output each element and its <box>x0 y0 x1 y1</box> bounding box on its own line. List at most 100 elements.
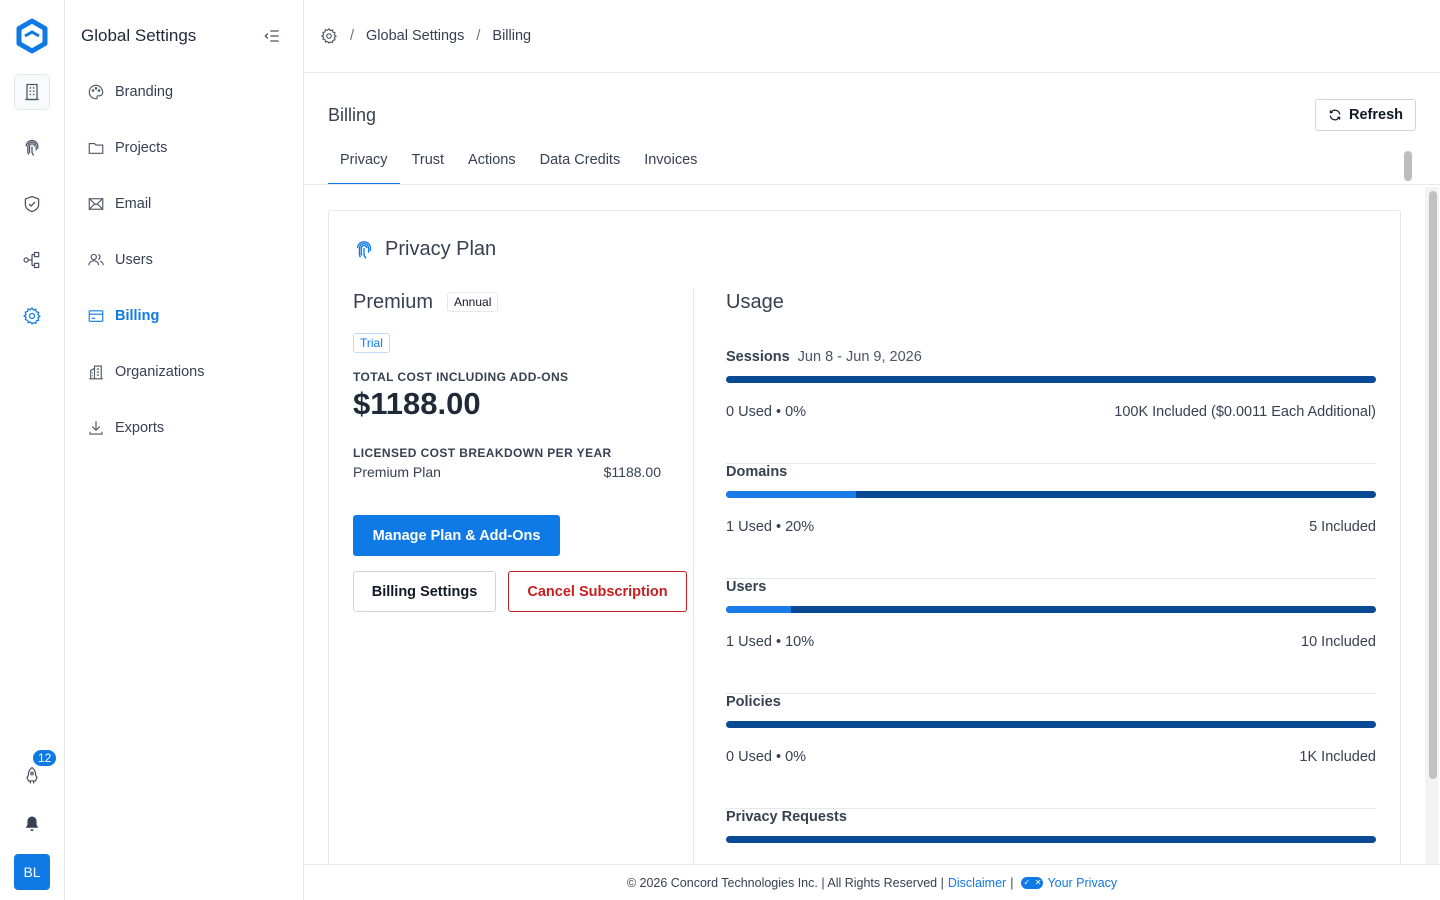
sidebar-item-label: Email <box>115 196 152 212</box>
tab-actions[interactable]: Actions <box>456 145 528 185</box>
notification-count-badge: 12 <box>31 748 59 768</box>
sidebar-item-label: Billing <box>115 308 160 324</box>
usage-head: Domains <box>726 464 787 480</box>
rail-privacy-button[interactable] <box>14 130 50 166</box>
tabs-divider <box>304 184 1440 185</box>
usage-included: 100K Included ($0.0011 Each Additional) <box>1114 404 1376 420</box>
tab-privacy[interactable]: Privacy <box>328 145 400 185</box>
billing-settings-button[interactable]: Billing Settings <box>353 571 496 612</box>
privacy-choices-icon: ✓ ✕ <box>1021 876 1044 889</box>
download-icon <box>89 421 103 435</box>
user-avatar[interactable]: BL <box>14 854 50 890</box>
usage-included: 10 Included <box>1301 634 1376 650</box>
cancel-subscription-button[interactable]: Cancel Subscription <box>508 571 687 612</box>
rail-settings-button[interactable] <box>14 298 50 334</box>
tab-invoices[interactable]: Invoices <box>632 145 709 185</box>
refresh-label: Refresh <box>1349 107 1403 123</box>
plan-term-badge: Annual <box>447 292 499 312</box>
tabs-scrollbar[interactable] <box>1404 151 1412 181</box>
billing-tabs: Privacy Trust Actions Data Credits Invoi… <box>328 145 1400 185</box>
fingerprint-icon <box>356 240 372 259</box>
fingerprint-icon <box>25 139 39 156</box>
breakdown-item: Premium Plan <box>353 464 441 480</box>
sidebar-item-branding[interactable]: Branding <box>87 80 173 104</box>
rail-trust-button[interactable] <box>14 186 50 222</box>
tab-data-credits[interactable]: Data Credits <box>528 145 633 185</box>
usage-progress-bar <box>726 721 1376 728</box>
privacy-plan-card: Privacy Plan Premium Annual Trial TOTAL … <box>328 210 1401 890</box>
footer-copyright: © 2026 Concord Technologies Inc. | All R… <box>626 875 944 890</box>
building-icon <box>89 365 103 380</box>
workflow-icon <box>23 251 40 269</box>
usage-foot: 0 Used • 0% 100K Included ($0.0011 Each … <box>726 404 1376 420</box>
usage-used: 1 Used • 10% <box>726 634 815 650</box>
sidebar-item-organizations[interactable]: Organizations <box>87 360 204 384</box>
sidebar-item-label: Users <box>115 252 153 268</box>
refresh-button[interactable]: Refresh <box>1315 99 1416 131</box>
usage-included: 5 Included <box>1309 519 1376 535</box>
page-footer: © 2026 Concord Technologies Inc. | All R… <box>304 864 1440 900</box>
rail-organization-button[interactable] <box>14 74 50 110</box>
breadcrumb: / Global Settings / Billing <box>304 0 1440 73</box>
usage-included: 1K Included <box>1299 749 1376 765</box>
usage-name: Users <box>726 579 767 595</box>
settings-sidebar: Global Settings Branding Projects Email … <box>65 0 304 900</box>
total-cost-label: TOTAL COST INCLUDING ADD-ONS <box>353 370 569 384</box>
usage-name: Sessions <box>726 349 790 365</box>
usage-foot: 1 Used • 20% 5 Included <box>726 519 1376 535</box>
shield-check-icon <box>24 195 40 213</box>
logo-icon[interactable] <box>14 18 50 54</box>
card-title: Privacy Plan <box>353 238 496 261</box>
card-title-text: Privacy Plan <box>385 238 497 260</box>
usage-progress-bar <box>726 606 1376 613</box>
icon-rail: 12 BL <box>0 0 65 900</box>
breakdown-value: $1188.00 <box>603 464 661 480</box>
sidebar-item-email[interactable]: Email <box>87 192 151 216</box>
usage-head: Users <box>726 579 766 595</box>
usage-period: Jun 8 - Jun 9, 2026 <box>797 349 922 365</box>
footer-separator: | <box>1010 875 1014 890</box>
sidebar-item-label: Branding <box>115 84 174 100</box>
rocket-icon <box>26 766 38 784</box>
sidebar-item-billing[interactable]: Billing <box>87 304 159 328</box>
usage-name: Domains <box>726 464 788 480</box>
page-title: Billing <box>328 105 377 125</box>
total-cost-value: $1188.00 <box>353 386 481 421</box>
usage-head: Policies <box>726 694 781 710</box>
usage-name: Privacy Requests <box>726 809 847 825</box>
collapse-sidebar-icon[interactable] <box>262 26 282 46</box>
sidebar-item-label: Organizations <box>115 364 205 380</box>
gear-icon <box>22 307 41 325</box>
footer-disclaimer-link[interactable]: Disclaimer <box>948 876 1006 890</box>
usage-row-users: Users 1 Used • 10% 10 Included <box>726 579 1376 694</box>
footer-privacy-link[interactable]: Your Privacy <box>1047 876 1117 890</box>
rail-notifications-button[interactable] <box>14 806 50 842</box>
manage-plan-button[interactable]: Manage Plan & Add-Ons <box>353 515 560 556</box>
rail-workflow-button[interactable] <box>14 242 50 278</box>
gear-icon[interactable] <box>320 27 338 45</box>
sidebar-item-label: Projects <box>115 140 168 156</box>
usage-progress-bar <box>726 491 1376 498</box>
refresh-icon <box>1329 109 1341 121</box>
breadcrumb-global-settings[interactable]: Global Settings <box>366 28 464 44</box>
sidebar-item-projects[interactable]: Projects <box>87 136 167 160</box>
breadcrumb-billing: Billing <box>492 28 532 44</box>
usage-progress-fill <box>726 606 791 613</box>
plan-status-badge: Trial <box>353 333 390 353</box>
credit-card-icon <box>88 310 104 322</box>
usage-head: Privacy Requests <box>726 809 847 825</box>
usage-name: Policies <box>726 694 781 710</box>
sidebar-title: Global Settings <box>81 26 197 45</box>
usage-used: 1 Used • 20% <box>726 519 815 535</box>
building-icon <box>25 83 39 101</box>
usage-progress-fill <box>726 491 856 498</box>
breakdown-label: LICENSED COST BREAKDOWN PER YEAR <box>353 446 612 460</box>
usage-progress-bar <box>726 376 1376 383</box>
content-scrollbar-thumb[interactable] <box>1429 191 1437 779</box>
usage-foot: 0 Used • 0% 1K Included <box>726 749 1376 765</box>
sidebar-item-exports[interactable]: Exports <box>87 416 164 440</box>
plan-name: Premium <box>353 291 434 313</box>
tab-trust[interactable]: Trust <box>400 145 457 185</box>
folder-icon <box>88 142 104 154</box>
sidebar-item-users[interactable]: Users <box>87 248 153 272</box>
